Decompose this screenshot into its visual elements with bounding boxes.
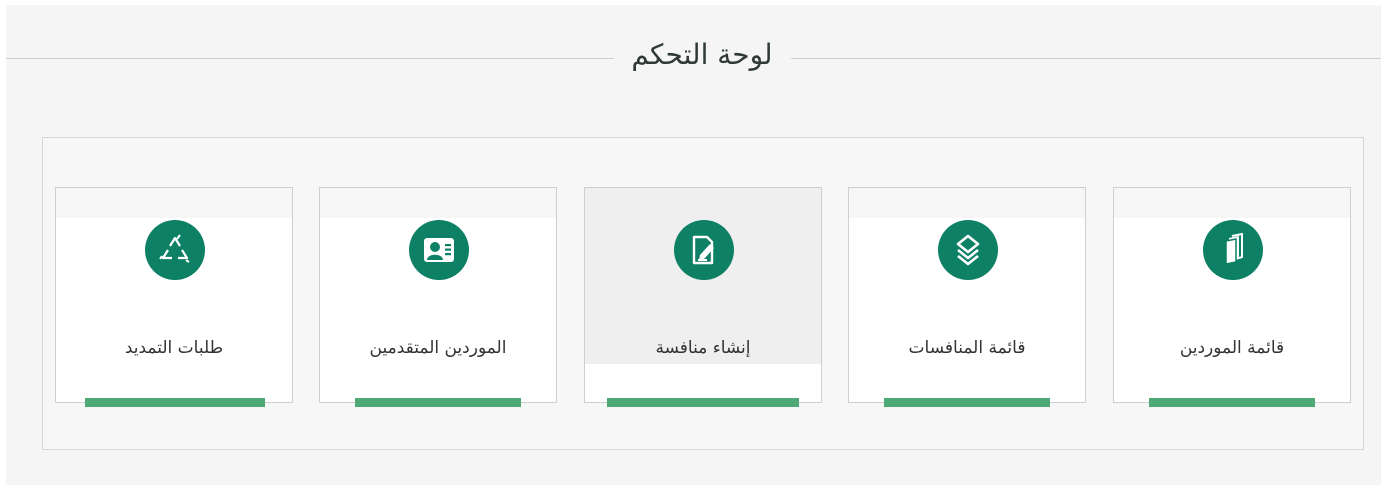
card-label: قائمة المنافسات <box>908 338 1026 358</box>
edit-document-icon <box>674 220 734 280</box>
card-label: الموردين المتقدمين <box>369 338 507 358</box>
card-accent-bar <box>884 398 1050 407</box>
header-divider-left <box>6 58 614 59</box>
card-label: إنشاء منافسة <box>655 338 751 358</box>
user-card-icon <box>409 220 469 280</box>
dashboard-page: لوحة التحكم قائمة الموردين قائمة المنافس… <box>6 5 1381 485</box>
recycle-icon <box>145 220 205 280</box>
card-create-tender[interactable]: إنشاء منافسة <box>584 187 822 407</box>
card-accent-bar <box>1149 398 1315 407</box>
card-label: قائمة الموردين <box>1179 338 1285 358</box>
page-title: لوحة التحكم <box>631 38 773 71</box>
page-header: لوحة التحكم <box>6 5 1381 115</box>
card-accent-bar <box>607 398 799 407</box>
card-label: طلبات التمديد <box>124 338 224 358</box>
card-accent-bar <box>85 398 265 407</box>
documents-stack-icon <box>1203 220 1263 280</box>
card-extension-requests[interactable]: طلبات التمديد <box>55 187 293 407</box>
card-applied-suppliers[interactable]: الموردين المتقدمين <box>319 187 557 407</box>
card-tenders-list[interactable]: قائمة المنافسات <box>848 187 1086 407</box>
card-accent-bar <box>355 398 521 407</box>
card-suppliers-list[interactable]: قائمة الموردين <box>1113 187 1351 407</box>
dashboard-panel: قائمة الموردين قائمة المنافسات إنشاء منا… <box>42 137 1364 450</box>
layers-icon <box>938 220 998 280</box>
header-divider-right <box>791 58 1381 59</box>
